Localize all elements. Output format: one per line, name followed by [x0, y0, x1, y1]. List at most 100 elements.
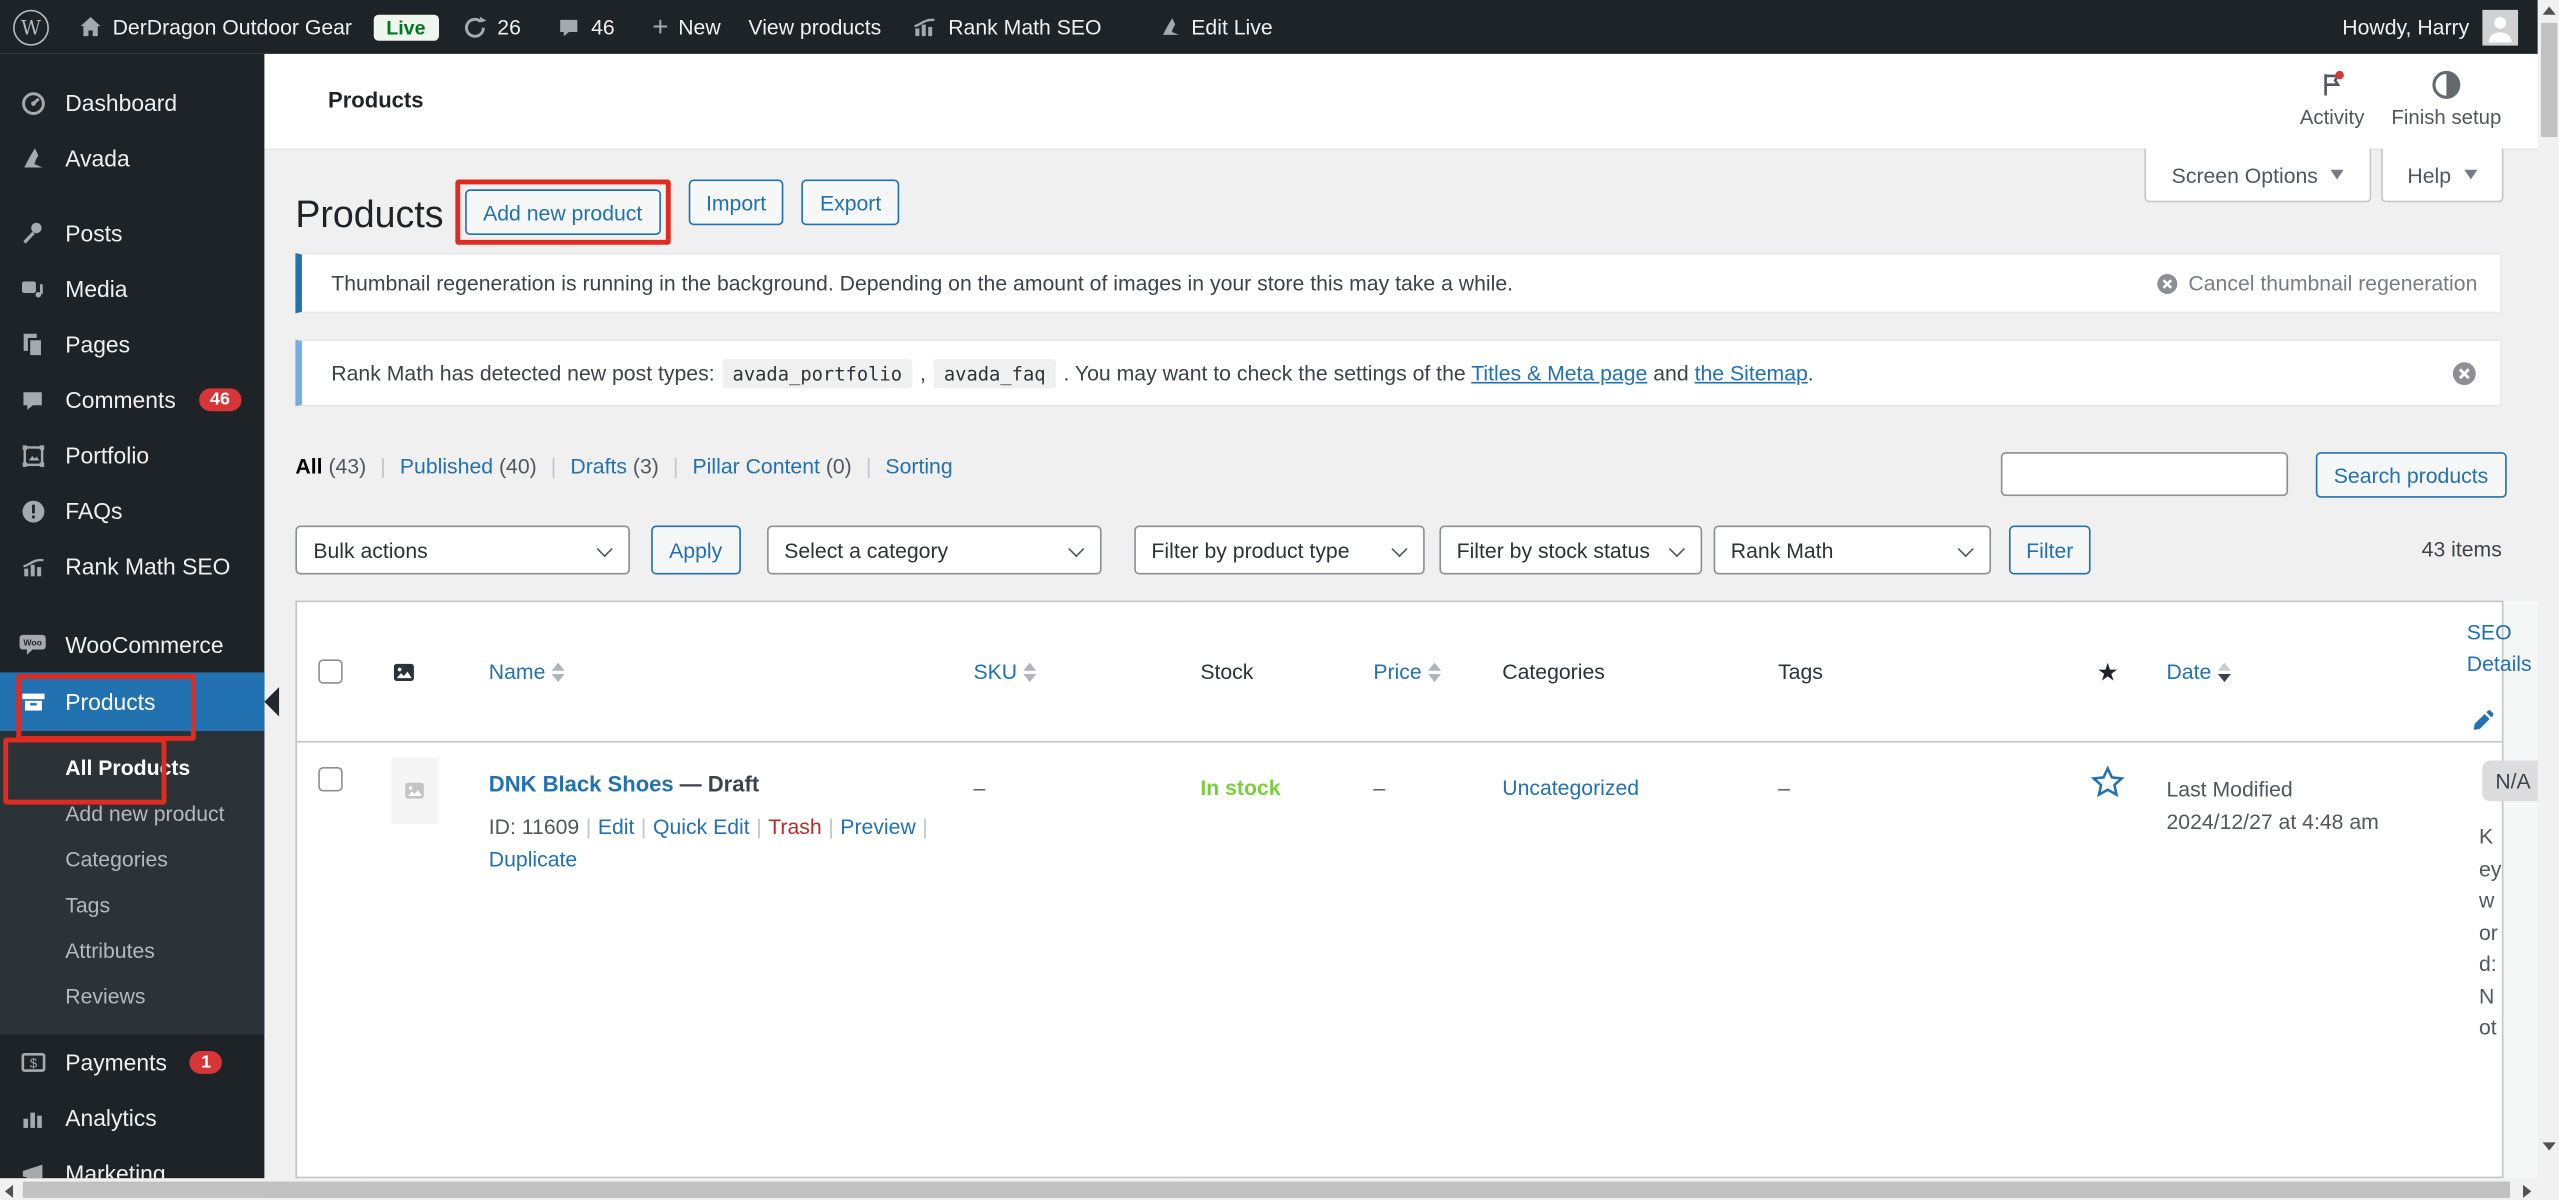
duplicate-action[interactable]: Duplicate: [489, 847, 577, 871]
product-id: ID: 11609: [489, 814, 579, 838]
search-products-button[interactable]: Search products: [2316, 452, 2506, 498]
screen-options-tab[interactable]: Screen Options: [2144, 149, 2371, 203]
avatar[interactable]: [2482, 9, 2518, 45]
sidebar-item-rank-math[interactable]: Rank Math SEO: [0, 539, 264, 594]
site-menu[interactable]: DerDragon Outdoor Gear: [78, 15, 352, 39]
rankmath-middle: . You may want to check the settings of …: [1064, 361, 1466, 385]
activity-button[interactable]: Activity: [2275, 69, 2389, 129]
updates-menu[interactable]: 26: [461, 14, 521, 40]
sidebar-item-all-products[interactable]: All Products: [0, 744, 264, 790]
live-badge: Live: [373, 14, 438, 40]
separator: |: [866, 454, 872, 478]
avada-icon: [16, 145, 49, 171]
sidebar-item-woocommerce[interactable]: Woo WooCommerce: [0, 617, 264, 672]
view-sorting[interactable]: Sorting: [885, 454, 952, 478]
category-select[interactable]: Select a category: [766, 526, 1101, 575]
sort-by-sku[interactable]: SKU: [973, 659, 1036, 683]
sidebar: Dashboard Avada Posts Media Pages Commen…: [0, 54, 264, 1178]
rank-math-menu[interactable]: Rank Math SEO: [911, 15, 1102, 39]
sidebar-label: Rank Math SEO: [65, 553, 230, 579]
scroll-down-arrow[interactable]: [2543, 1142, 2556, 1150]
vertical-scrollbar[interactable]: [2538, 0, 2559, 1200]
scroll-up-arrow[interactable]: [2543, 7, 2556, 15]
sidebar-item-products[interactable]: Products: [0, 672, 264, 731]
filter-button[interactable]: Filter: [2008, 526, 2091, 575]
quick-edit-action[interactable]: Quick Edit: [653, 814, 750, 838]
wordpress-logo-icon[interactable]: W: [13, 9, 49, 45]
sidebar-item-dashboard[interactable]: Dashboard: [0, 75, 264, 130]
view-all[interactable]: All: [295, 454, 322, 478]
featured-star-toggle[interactable]: [2091, 765, 2125, 799]
titles-meta-link[interactable]: Titles & Meta page: [1471, 361, 1647, 385]
apply-button[interactable]: Apply: [651, 526, 740, 575]
view-products-link[interactable]: View products: [748, 15, 881, 39]
view-pillar-content[interactable]: Pillar Content: [693, 454, 820, 478]
edit-live-menu[interactable]: Edit Live: [1160, 15, 1272, 39]
sidebar-item-avada[interactable]: Avada: [0, 131, 264, 186]
comments-menu[interactable]: 46: [557, 15, 615, 39]
sidebar-item-categories[interactable]: Categories: [0, 836, 264, 882]
edit-live-label: Edit Live: [1191, 15, 1272, 39]
trash-action[interactable]: Trash: [768, 814, 821, 838]
select-all-checkbox[interactable]: [318, 659, 342, 683]
comments-count: 46: [591, 15, 615, 39]
sitemap-link[interactable]: the Sitemap: [1695, 361, 1808, 385]
sidebar-item-portfolio[interactable]: Portfolio: [0, 428, 264, 483]
cancel-thumbnail-regeneration-link[interactable]: Cancel thumbnail regeneration: [2156, 271, 2478, 295]
comment-icon: [16, 388, 49, 412]
sidebar-item-comments[interactable]: Comments 46: [0, 372, 264, 427]
chevron-down-icon: [2464, 170, 2477, 180]
seo-details-label[interactable]: SEO Details: [2467, 617, 2522, 679]
sidebar-item-posts[interactable]: Posts: [0, 206, 264, 261]
sort-by-name[interactable]: Name: [489, 659, 565, 683]
edit-action[interactable]: Edit: [598, 814, 635, 838]
sidebar-item-tags[interactable]: Tags: [0, 881, 264, 927]
scroll-left-arrow[interactable]: [5, 1185, 13, 1198]
view-published[interactable]: Published: [400, 454, 493, 478]
export-button[interactable]: Export: [802, 180, 899, 226]
sidebar-item-attributes[interactable]: Attributes: [0, 927, 264, 973]
current-menu-arrow: [264, 687, 279, 716]
greeting: Howdy, Harry: [2342, 15, 2469, 39]
import-button[interactable]: Import: [688, 180, 784, 226]
sidebar-item-pages[interactable]: Pages: [0, 317, 264, 372]
category-link[interactable]: Uncategorized: [1502, 775, 1639, 799]
table-row: DNK Black Shoes — Draft ID: 11609|Edit|Q…: [296, 742, 2502, 1178]
preview-action[interactable]: Preview: [840, 814, 915, 838]
column-label: Date: [2166, 659, 2211, 683]
product-name-link[interactable]: DNK Black Shoes: [489, 772, 674, 796]
sidebar-item-add-new-product[interactable]: Add new product: [0, 790, 264, 836]
help-tab[interactable]: Help: [2381, 149, 2503, 203]
finish-setup-button[interactable]: Finish setup: [2389, 69, 2503, 129]
product-type-select[interactable]: Filter by product type: [1133, 526, 1423, 575]
sidebar-item-analytics[interactable]: Analytics: [0, 1090, 264, 1145]
rank-math-icon: [16, 554, 49, 578]
sort-by-price[interactable]: Price: [1373, 659, 1441, 683]
notice-text: Thumbnail regeneration is running in the…: [331, 271, 1513, 295]
column-label: Name: [489, 659, 546, 683]
add-new-product-button[interactable]: Add new product: [465, 189, 660, 235]
new-menu[interactable]: + New: [652, 13, 720, 41]
page-title: Products: [295, 193, 443, 237]
dismiss-notice-button[interactable]: [2451, 360, 2477, 386]
view-drafts[interactable]: Drafts: [570, 454, 627, 478]
horizontal-scrollbar[interactable]: [0, 1178, 2538, 1199]
horizontal-scrollbar-thumb[interactable]: [23, 1181, 2510, 1197]
pencil-icon[interactable]: [2470, 708, 2494, 732]
search-input[interactable]: [2001, 452, 2288, 496]
sort-by-date[interactable]: Date: [2166, 659, 2230, 683]
row-checkbox[interactable]: [318, 767, 342, 791]
sidebar-item-media[interactable]: Media: [0, 261, 264, 316]
rank-math-select[interactable]: Rank Math: [1713, 526, 1990, 575]
sidebar-item-reviews[interactable]: Reviews: [0, 973, 264, 1019]
vertical-scrollbar-thumb[interactable]: [2540, 23, 2556, 137]
stock-status-select[interactable]: Filter by stock status: [1439, 526, 1702, 575]
scroll-right-arrow[interactable]: [2523, 1185, 2531, 1198]
sidebar-label: Dashboard: [65, 90, 177, 116]
sidebar-item-marketing[interactable]: Marketing: [0, 1146, 264, 1179]
bulk-actions-select[interactable]: Bulk actions: [295, 526, 630, 575]
star-icon: ★: [2097, 659, 2119, 687]
sidebar-item-payments[interactable]: $ Payments 1: [0, 1035, 264, 1090]
account-menu[interactable]: Howdy, Harry: [2342, 15, 2469, 39]
sidebar-item-faqs[interactable]: FAQs: [0, 483, 264, 538]
